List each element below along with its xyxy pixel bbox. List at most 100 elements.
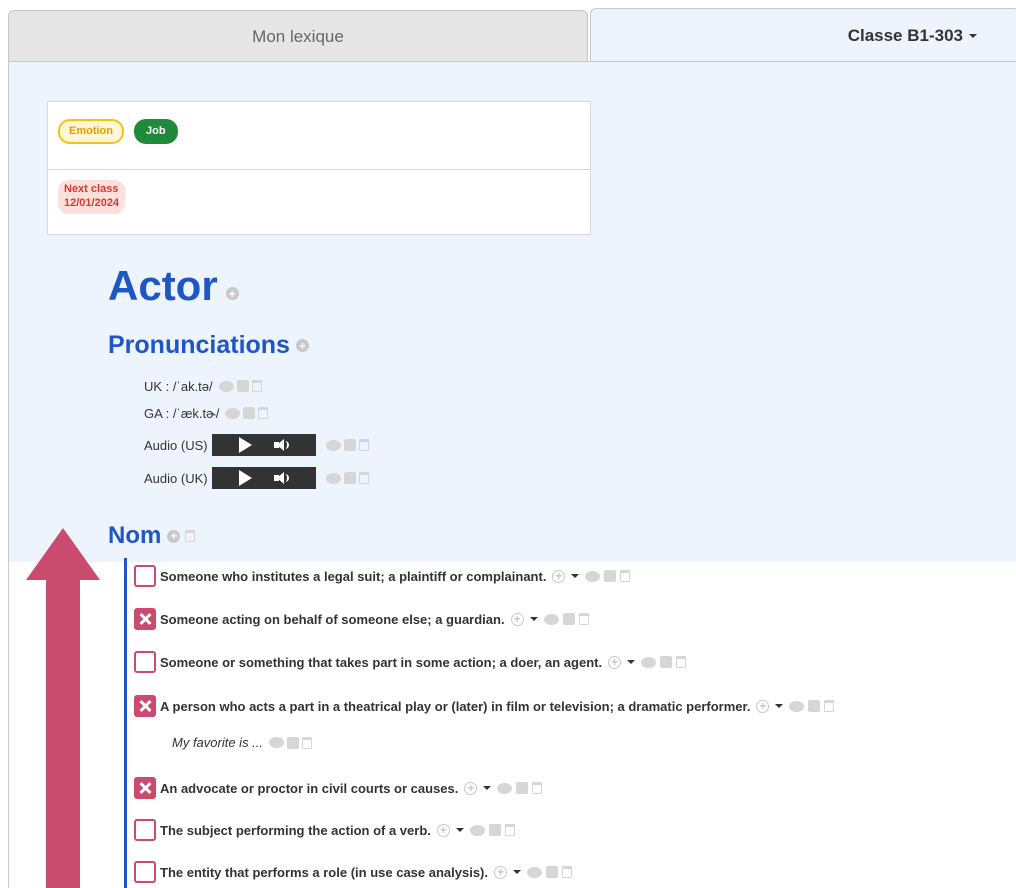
- edit-icon[interactable]: [562, 613, 575, 625]
- definition-checkbox[interactable]: [134, 565, 156, 587]
- definitions-bar: [124, 558, 127, 888]
- definition-checkbox[interactable]: [134, 651, 156, 673]
- audio-label: Audio (US): [144, 437, 208, 453]
- trash-icon[interactable]: [258, 407, 269, 419]
- comment-icon[interactable]: [269, 737, 285, 748]
- add-pronunciation-icon[interactable]: +: [295, 339, 309, 352]
- edit-icon[interactable]: [343, 439, 356, 451]
- add-definition-icon[interactable]: +: [167, 529, 181, 543]
- pronunciation-row: GA : /ˈæk.tɚ/: [144, 403, 269, 423]
- edit-icon[interactable]: [343, 472, 356, 484]
- comment-icon[interactable]: [469, 824, 485, 836]
- audio-row: Audio (US): [144, 434, 369, 456]
- trash-icon[interactable]: [358, 439, 369, 451]
- example-text: My favorite is ...: [172, 735, 264, 750]
- definition-text: A person who acts a part in a theatrical…: [160, 698, 751, 714]
- tag-emotion[interactable]: Emotion: [58, 119, 124, 144]
- add-icon[interactable]: +: [756, 699, 770, 713]
- audio-player: [211, 434, 316, 456]
- tag-list: Emotion Job: [48, 102, 590, 170]
- trash-icon[interactable]: [562, 866, 572, 878]
- comment-icon[interactable]: [497, 782, 513, 794]
- add-icon[interactable]: +: [225, 287, 239, 300]
- tab-class[interactable]: Classe B1-303: [590, 8, 1016, 62]
- next-class-date: 12/01/2024: [64, 196, 120, 209]
- comment-icon[interactable]: [585, 570, 601, 582]
- add-icon[interactable]: +: [552, 569, 566, 583]
- trash-icon[interactable]: [824, 700, 835, 712]
- trash-icon[interactable]: [251, 380, 262, 392]
- up-arrow-shaft: [46, 578, 80, 888]
- comment-icon[interactable]: [225, 407, 241, 419]
- definition-item: The entity that performs a role (in use …: [134, 860, 572, 884]
- definition-checkbox[interactable]: [134, 608, 156, 630]
- speaker-icon[interactable]: [274, 472, 290, 484]
- next-class-badge: Next class 12/01/2024: [58, 180, 126, 214]
- definition-checkbox[interactable]: [134, 819, 156, 841]
- pronunciation-label: GA : /ˈæk.tɚ/: [144, 405, 220, 421]
- pos-heading-block: Nom +: [108, 522, 196, 550]
- trash-icon[interactable]: [578, 613, 589, 625]
- definition-text: The entity that performs a role (in use …: [160, 864, 488, 880]
- trash-icon[interactable]: [185, 530, 196, 542]
- chevron-down-icon[interactable]: [513, 870, 521, 874]
- tab-my-lexicon[interactable]: Mon lexique: [8, 10, 588, 62]
- comment-icon[interactable]: [218, 380, 234, 392]
- comment-icon[interactable]: [325, 472, 341, 484]
- definition-item: Someone or something that takes part in …: [134, 650, 687, 674]
- add-icon[interactable]: +: [510, 612, 524, 626]
- trash-icon[interactable]: [504, 824, 515, 836]
- definition-checkbox[interactable]: [134, 695, 156, 717]
- example-row: My favorite is ...: [172, 735, 313, 750]
- trash-icon[interactable]: [676, 656, 687, 668]
- add-icon[interactable]: +: [436, 823, 450, 837]
- add-icon[interactable]: +: [494, 865, 507, 879]
- pronunciation-label: UK : /ˈak.tə/: [144, 378, 213, 394]
- edit-icon[interactable]: [236, 380, 249, 392]
- add-icon[interactable]: +: [464, 781, 478, 795]
- comment-icon[interactable]: [543, 613, 559, 625]
- edit-icon[interactable]: [546, 866, 558, 878]
- word-title-block: Actor +: [108, 262, 239, 310]
- edit-icon[interactable]: [516, 782, 529, 794]
- definition-text: Someone or something that takes part in …: [160, 654, 603, 670]
- definition-item: Someone who institutes a legal suit; a p…: [134, 564, 631, 588]
- edit-icon[interactable]: [808, 700, 821, 712]
- definition-text: Someone who institutes a legal suit; a p…: [160, 568, 547, 584]
- definition-item: A person who acts a part in a theatrical…: [134, 694, 835, 718]
- tab-class-label: Classe B1-303: [847, 25, 963, 45]
- edit-icon[interactable]: [488, 824, 501, 836]
- chevron-down-icon[interactable]: [483, 786, 492, 790]
- tag-job[interactable]: Job: [134, 119, 178, 144]
- chevron-down-icon[interactable]: [529, 617, 538, 621]
- edit-icon[interactable]: [287, 736, 300, 749]
- audio-label: Audio (UK): [144, 470, 208, 486]
- add-icon[interactable]: +: [608, 655, 622, 669]
- chevron-down-icon[interactable]: [627, 660, 636, 664]
- chevron-down-icon: [969, 33, 977, 38]
- definition-checkbox[interactable]: [134, 861, 156, 883]
- word-title: Actor: [108, 262, 218, 309]
- edit-icon[interactable]: [660, 656, 673, 668]
- trash-icon[interactable]: [358, 472, 369, 484]
- definition-item: The subject performing the action of a v…: [134, 818, 515, 842]
- word-info-card: Emotion Job Next class 12/01/2024: [47, 101, 591, 235]
- definition-text: An advocate or proctor in civil courts o…: [160, 780, 459, 796]
- chevron-down-icon[interactable]: [775, 704, 784, 708]
- comment-icon[interactable]: [527, 866, 542, 878]
- speaker-icon[interactable]: [274, 439, 290, 451]
- comment-icon[interactable]: [641, 656, 657, 668]
- up-arrow-icon: [26, 528, 100, 580]
- edit-icon[interactable]: [243, 407, 256, 419]
- comment-icon[interactable]: [789, 700, 805, 712]
- definition-checkbox[interactable]: [134, 777, 156, 799]
- edit-icon[interactable]: [604, 570, 617, 582]
- play-icon[interactable]: [239, 470, 253, 486]
- comment-icon[interactable]: [325, 439, 341, 451]
- play-icon[interactable]: [239, 437, 253, 453]
- chevron-down-icon[interactable]: [571, 574, 580, 578]
- trash-icon[interactable]: [532, 782, 543, 794]
- chevron-down-icon[interactable]: [455, 828, 464, 832]
- trash-icon[interactable]: [620, 570, 631, 582]
- trash-icon[interactable]: [302, 736, 313, 749]
